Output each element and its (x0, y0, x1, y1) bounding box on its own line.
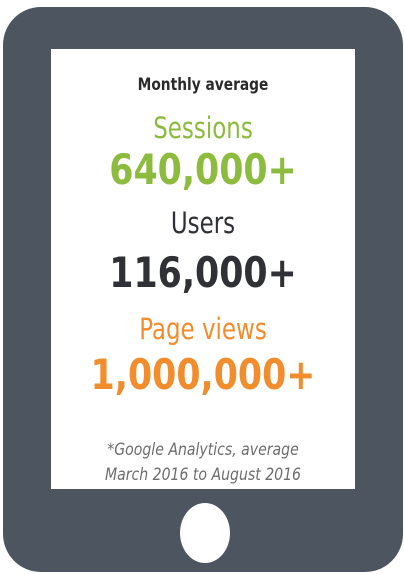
sessions-value: 640,000+ (109, 145, 297, 194)
users-label: Users (170, 206, 236, 240)
heading: Monthly average (137, 75, 269, 95)
users-value: 116,000+ (109, 248, 297, 297)
page-views-label: Page views (139, 312, 267, 346)
tablet-screen: Monthly average Sessions 640,000+ Users … (51, 49, 355, 489)
home-button (180, 503, 230, 563)
tablet-frame: Monthly average Sessions 640,000+ Users … (3, 7, 403, 572)
sessions-label: Sessions (153, 111, 253, 145)
footnote-line-1: *Google Analytics, average (107, 440, 299, 460)
page-views-value: 1,000,000+ (90, 350, 316, 399)
footnote-line-2: March 2016 to August 2016 (104, 465, 302, 485)
